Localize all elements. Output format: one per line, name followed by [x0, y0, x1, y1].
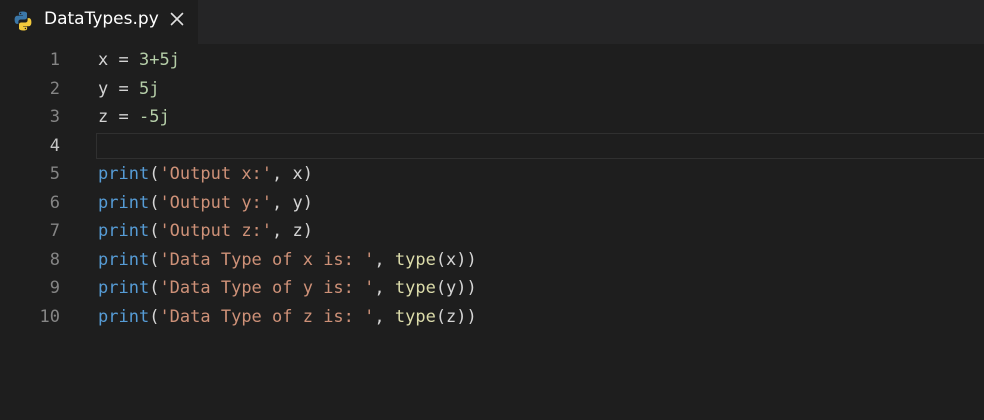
- line-number: 5: [49, 164, 60, 184]
- code-text: x = 3+5j: [98, 46, 180, 75]
- code-text: print('Output y:', y): [98, 189, 313, 218]
- code-token: (y)): [435, 278, 477, 298]
- line-number: 7: [49, 221, 60, 241]
- code-token: 'Output x:': [159, 164, 273, 184]
- code-line[interactable]: 10 print('Data Type of z is: ', type(z)): [0, 303, 984, 332]
- line-number: 4: [49, 135, 60, 156]
- code-line[interactable]: 3 z = -5j: [0, 103, 984, 132]
- code-token: (: [149, 306, 160, 327]
- code-token: print: [98, 164, 150, 184]
- code-line[interactable]: 9 print('Data Type of y is: ', type(y)): [0, 274, 984, 303]
- code-line[interactable]: 1 x = 3+5j: [0, 46, 984, 75]
- code-text: print('Output x:', x): [98, 160, 313, 189]
- code-text: y = 5j: [98, 75, 159, 104]
- code-line[interactable]: 5 print('Output x:', x): [0, 160, 984, 189]
- code-token: (: [149, 278, 160, 298]
- code-token: type: [394, 306, 436, 327]
- code-line[interactable]: 8 print('Data Type of x is: ', type(x)): [0, 246, 984, 275]
- code-token: ,: [374, 306, 395, 327]
- code-editor: DataTypes.py 1 x = 3+5j 2 y = 5j 3 z = -5j 4 5 p…: [0, 0, 984, 420]
- code-token: -5j: [138, 107, 170, 127]
- tab-bar: DataTypes.py: [0, 0, 984, 44]
- code-token: (: [149, 221, 160, 241]
- code-line[interactable]: 2 y = 5j: [0, 75, 984, 104]
- code-token: 'Data Type of x is: ': [159, 249, 375, 270]
- line-number: 10: [39, 306, 60, 327]
- code-line[interactable]: 7 print('Output z:', z): [0, 217, 984, 246]
- code-line[interactable]: 6 print('Output y:', y): [0, 189, 984, 218]
- code-token: 'Output z:': [159, 221, 273, 241]
- code-token: 'Output y:': [159, 192, 273, 213]
- code-token: x: [98, 50, 109, 70]
- code-token: (z)): [435, 306, 477, 327]
- code-token: print: [98, 249, 150, 270]
- current-line-highlight: [96, 132, 984, 159]
- code-token: print: [98, 192, 150, 213]
- code-token: , z): [272, 221, 313, 241]
- code-token: (: [149, 164, 160, 184]
- code-text: print('Data Type of y is: ', type(y)): [98, 274, 477, 303]
- python-icon: [14, 11, 32, 31]
- code-token: 'Data Type of z is: ': [159, 306, 375, 327]
- code-token: print: [98, 278, 150, 298]
- code-token: print: [98, 306, 150, 327]
- line-number: 6: [49, 192, 60, 213]
- code-text: z = -5j: [98, 103, 170, 132]
- code-token: (: [149, 249, 160, 270]
- line-number: 8: [49, 249, 60, 270]
- code-token: type: [394, 249, 436, 270]
- code-token: z: [98, 107, 109, 127]
- code-token: ,: [374, 278, 395, 298]
- code-token: y: [98, 78, 109, 99]
- code-token: 3+5j: [138, 50, 180, 70]
- code-token: ,: [374, 249, 395, 270]
- code-token: type: [394, 278, 436, 298]
- line-number: 9: [49, 278, 60, 298]
- tab-datatypes-py[interactable]: DataTypes.py: [0, 0, 198, 44]
- line-number: 3: [49, 107, 60, 127]
- code-token: =: [108, 50, 139, 70]
- code-token: =: [108, 107, 139, 127]
- code-token: (x)): [435, 249, 477, 270]
- line-number: 2: [49, 78, 60, 99]
- code-text: print('Data Type of x is: ', type(x)): [98, 246, 477, 275]
- code-token: =: [108, 78, 139, 99]
- code-text: print('Output z:', z): [98, 217, 313, 246]
- code-token: 5j: [138, 78, 160, 99]
- code-token: 'Data Type of y is: ': [159, 278, 375, 298]
- code-line[interactable]: 4: [0, 132, 984, 161]
- code-token: , y): [272, 192, 313, 213]
- code-token: , x): [272, 164, 313, 184]
- tab-title: DataTypes.py: [44, 9, 159, 29]
- code-token: (: [149, 192, 160, 213]
- code-text: print('Data Type of z is: ', type(z)): [98, 303, 477, 332]
- code-area[interactable]: 1x = 3+5j 2 y = 5j 3 z = -5j 4 5 print('Output …: [0, 44, 984, 420]
- line-number: 1: [49, 50, 60, 70]
- code-token: print: [98, 221, 150, 241]
- close-icon[interactable]: [168, 10, 186, 28]
